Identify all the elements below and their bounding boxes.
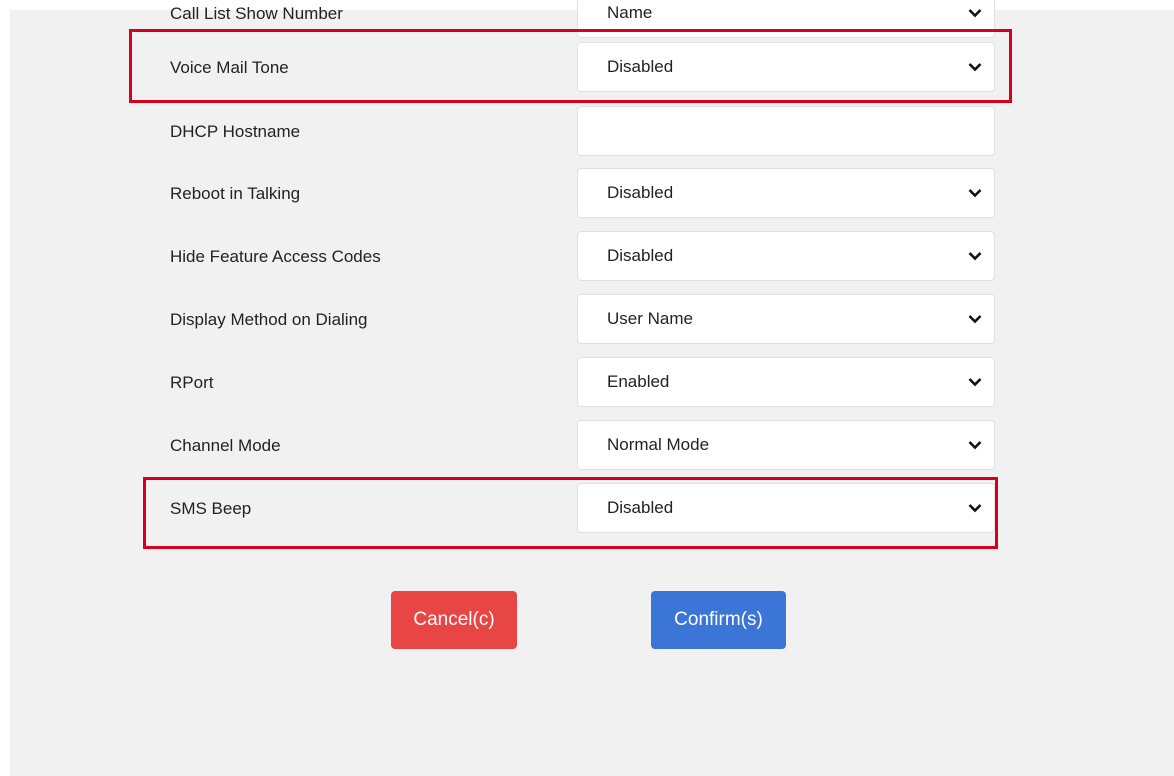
setting-label: DHCP Hostname [170, 122, 301, 141]
select-value: Name [607, 3, 653, 22]
setting-row-channel-mode: Channel Mode Normal Mode [170, 420, 1000, 472]
chevron-down-icon [968, 189, 982, 198]
chevron-down-icon [968, 441, 982, 450]
rport-select[interactable]: Enabled [577, 357, 995, 407]
setting-row-voice-mail-tone: Voice Mail Tone Disabled [170, 42, 1000, 94]
setting-label: RPort [170, 373, 214, 392]
channel-mode-select[interactable]: Normal Mode [577, 420, 995, 470]
setting-row-rport: RPort Enabled [170, 357, 1000, 409]
select-value: Normal Mode [607, 435, 710, 454]
setting-row-call-list-show-number: Call List Show Number Name [170, 0, 1000, 40]
setting-row-display-method-on-dialing: Display Method on Dialing User Name [170, 294, 1000, 346]
reboot-in-talking-select[interactable]: Disabled [577, 168, 995, 218]
setting-row-dhcp-hostname: DHCP Hostname [170, 106, 1000, 158]
chevron-down-icon [968, 378, 982, 387]
select-value: User Name [607, 309, 693, 328]
chevron-down-icon [968, 63, 982, 72]
setting-label: Call List Show Number [170, 4, 343, 23]
select-value: Disabled [607, 57, 674, 76]
setting-row-reboot-in-talking: Reboot in Talking Disabled [170, 168, 1000, 220]
setting-label: Reboot in Talking [170, 184, 301, 203]
dhcp-hostname-input[interactable] [577, 106, 995, 156]
confirm-button[interactable]: Confirm(s) [651, 591, 786, 649]
call-list-show-number-select[interactable]: Name [577, 0, 995, 38]
hide-feature-access-codes-select[interactable]: Disabled [577, 231, 995, 281]
setting-label: Channel Mode [170, 436, 281, 455]
setting-row-sms-beep: SMS Beep Disabled [170, 483, 1000, 535]
setting-label: Display Method on Dialing [170, 310, 368, 329]
chevron-down-icon [968, 252, 982, 261]
chevron-down-icon [968, 315, 982, 324]
setting-label: Voice Mail Tone [170, 58, 289, 77]
settings-panel: Call List Show Number Name Voice Mail To… [10, 0, 1174, 776]
setting-label: SMS Beep [170, 499, 252, 518]
sms-beep-select[interactable]: Disabled [577, 483, 995, 533]
display-method-on-dialing-select[interactable]: User Name [577, 294, 995, 344]
voice-mail-tone-select[interactable]: Disabled [577, 42, 995, 92]
chevron-down-icon [968, 9, 982, 18]
select-value: Disabled [607, 246, 674, 265]
select-value: Disabled [607, 498, 674, 517]
select-value: Enabled [607, 372, 670, 391]
cancel-button[interactable]: Cancel(c) [391, 591, 517, 649]
setting-row-hide-feature-access-codes: Hide Feature Access Codes Disabled [170, 231, 1000, 283]
select-value: Disabled [607, 183, 674, 202]
chevron-down-icon [968, 504, 982, 513]
setting-label: Hide Feature Access Codes [170, 247, 381, 266]
